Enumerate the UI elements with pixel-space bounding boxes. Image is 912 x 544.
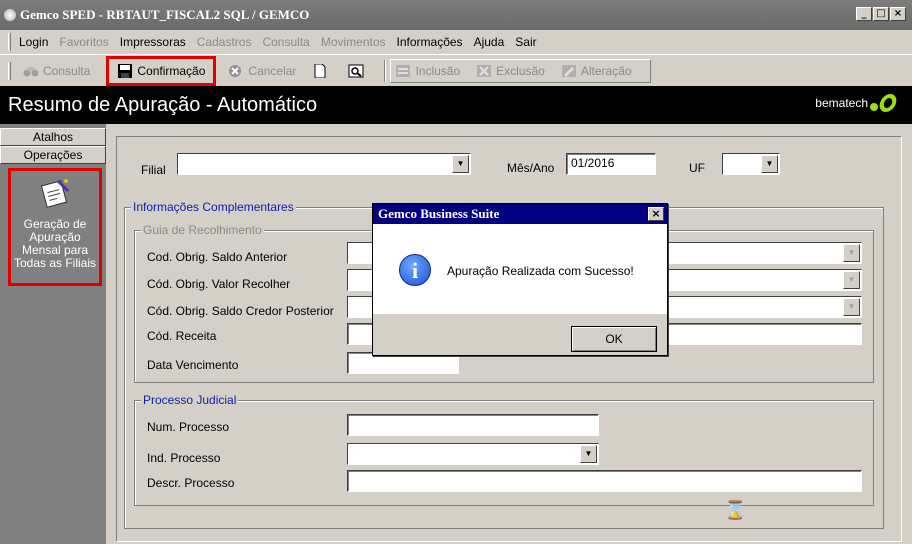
alteracao-button[interactable]: Alteração [557, 60, 636, 82]
minimize-button[interactable]: _ [856, 7, 872, 21]
confirmacao-button[interactable]: Confirmação [106, 56, 217, 86]
guia-recolhimento-title: Guia de Recolhimento [141, 223, 264, 237]
toolbar: Consulta Confirmação Cancelar Inclusão E… [0, 56, 912, 86]
cancelar-label: Cancelar [248, 64, 297, 78]
menu-consulta[interactable]: Consulta [262, 35, 309, 49]
chevron-down-icon[interactable]: ▼ [452, 155, 469, 173]
consulta-button[interactable]: Consulta [19, 60, 94, 82]
dialog-message: Apuração Realizada com Sucesso! [447, 264, 634, 278]
toolbar-separator [384, 60, 387, 82]
dialog-close-button[interactable]: × [648, 207, 664, 221]
maximize-button[interactable]: □ [873, 7, 889, 21]
save-icon [117, 64, 133, 78]
new-document-icon [312, 63, 328, 79]
logo-dot [870, 103, 878, 111]
num-processo-input[interactable] [347, 414, 599, 436]
menu-sair[interactable]: Sair [515, 35, 536, 49]
menu-impressoras[interactable]: Impressoras [120, 35, 186, 49]
menu-cadastros[interactable]: Cadastros [197, 35, 252, 49]
sidebar-operacoes-button[interactable]: Operações [0, 146, 106, 164]
alteracao-label: Alteração [580, 64, 632, 78]
menu-login[interactable]: Login [19, 35, 48, 49]
dialog-body: i Apuração Realizada com Sucesso! [373, 224, 667, 314]
window-title: Gemco SPED - RBTAUT_FISCAL2 SQL / GEMCO [20, 7, 310, 22]
ind-processo-label: Ind. Processo [147, 451, 221, 465]
menu-movimentos[interactable]: Movimentos [321, 35, 386, 49]
chevron-down-icon[interactable]: ▼ [843, 271, 860, 289]
descr-processo-input[interactable] [347, 470, 862, 492]
find-icon [348, 64, 364, 78]
exclusao-label: Exclusão [496, 64, 545, 78]
descr-processo-label: Descr. Processo [147, 476, 235, 490]
mes-ano-label: Mês/Ano [507, 161, 555, 175]
chevron-down-icon[interactable]: ▼ [843, 244, 860, 262]
data-vencimento-label: Data Vencimento [147, 358, 239, 372]
hourglass-cursor-icon: ⌛ [724, 500, 747, 521]
page-header: Resumo de Apuração - Automático bematech [0, 86, 912, 124]
cod-saldo-anterior-label: Cod. Obrig. Saldo Anterior [147, 250, 288, 264]
dialog-titlebar: Gemco Business Suite × [373, 204, 667, 224]
sidebar-item-geracao-apuracao[interactable]: Geração de Apuração Mensal para Todas as… [8, 168, 102, 286]
sidebar: Atalhos Operações Geração de Apuração Me… [0, 124, 106, 544]
processo-judicial-title: Processo Judicial [141, 393, 239, 407]
sidebar-item-label: Geração de Apuração Mensal para Todas as… [13, 217, 97, 270]
page-title: Resumo de Apuração - Automático [8, 93, 318, 116]
menu-favoritos[interactable]: Favoritos [59, 35, 108, 49]
menu-bar: Login Favoritos Impressoras Cadastros Co… [0, 30, 912, 55]
cancel-icon [228, 64, 244, 78]
menu-grip [8, 33, 11, 51]
dialog-title: Gemco Business Suite [378, 206, 500, 221]
menu-informacoes[interactable]: Informações [397, 35, 463, 49]
toolbar-grip [8, 62, 11, 80]
info-icon: i [399, 254, 431, 286]
uf-select[interactable]: ▼ [722, 153, 780, 175]
cod-valor-recolher-label: Cód. Obrig. Valor Recolher [147, 277, 291, 291]
confirmacao-label: Confirmação [137, 64, 206, 78]
cod-saldo-credor-label: Cód. Obrig. Saldo Credor Posterior [147, 304, 334, 318]
find-button[interactable] [344, 60, 372, 82]
binoculars-icon [23, 64, 39, 78]
edit-button-group: Inclusão Exclusão Alteração [390, 59, 651, 83]
sidebar-atalhos-button[interactable]: Atalhos [0, 128, 106, 146]
num-processo-label: Num. Processo [147, 420, 230, 434]
brand-name: bematech [815, 96, 868, 110]
delete-record-icon [476, 64, 492, 78]
app-icon [4, 9, 16, 21]
ind-processo-select[interactable]: ▼ [347, 443, 599, 465]
document-wizard-icon [40, 179, 70, 208]
uf-label: UF [689, 161, 705, 175]
message-dialog: Gemco Business Suite × i Apuração Realiz… [372, 203, 668, 356]
cancelar-button[interactable]: Cancelar [224, 60, 300, 82]
logo-ring [877, 94, 899, 112]
add-record-icon [395, 64, 411, 78]
exclusao-button[interactable]: Exclusão [472, 60, 549, 82]
menu-ajuda[interactable]: Ajuda [474, 35, 505, 49]
window-titlebar: Gemco SPED - RBTAUT_FISCAL2 SQL / GEMCO … [0, 0, 912, 30]
filial-select[interactable]: ▼ [177, 153, 471, 175]
inclusao-label: Inclusão [415, 64, 461, 78]
consulta-label: Consulta [43, 64, 91, 78]
edit-record-icon [561, 64, 577, 78]
filial-label: Filial [141, 163, 166, 177]
cod-receita-label: Cód. Receita [147, 329, 217, 343]
chevron-down-icon[interactable]: ▼ [843, 298, 860, 316]
inclusao-button[interactable]: Inclusão [391, 60, 464, 82]
info-complementares-title: Informações Complementares [131, 200, 296, 214]
ok-button[interactable]: OK [571, 326, 657, 352]
close-button[interactable]: × [890, 7, 906, 21]
chevron-down-icon[interactable]: ▼ [580, 445, 597, 463]
mes-ano-input[interactable]: 01/2016 [566, 153, 656, 175]
chevron-down-icon[interactable]: ▼ [761, 155, 778, 173]
bematech-logo: bematech [815, 94, 899, 112]
new-document-button[interactable] [308, 60, 336, 82]
